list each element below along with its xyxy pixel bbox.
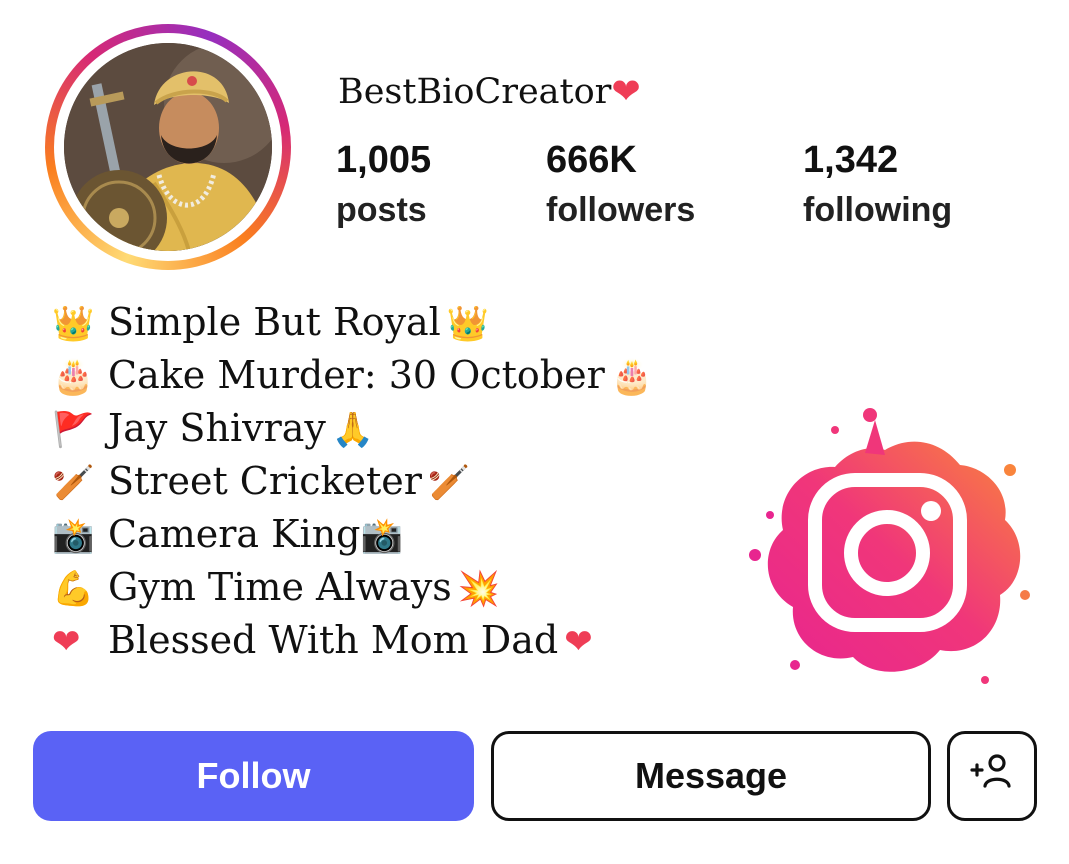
flexed-biceps-icon: 💪 (52, 569, 95, 609)
collision-icon: 💥 (457, 569, 501, 609)
cricket-bat-icon: 🏏 (52, 463, 95, 503)
profile-photo-icon (64, 43, 272, 251)
heart-icon: ❤ (564, 622, 593, 662)
bio-line: 💪 Gym Time Always 💥 (52, 561, 653, 614)
bio-text: Simple But Royal (108, 300, 441, 344)
crown-icon: 👑 (446, 304, 490, 344)
camera-flash-icon: 📸 (360, 516, 403, 556)
camera-flash-icon: 📸 (52, 516, 95, 556)
stat-count: 1,005 (336, 139, 432, 181)
username: BestBioCreator❤ (338, 72, 641, 112)
stat-posts[interactable]: 1,005 posts (336, 138, 431, 230)
cricket-bat-icon: 🏏 (427, 463, 471, 503)
bio: 👑 Simple But Royal 👑 🎂 Cake Murder: 30 Octo… (52, 296, 653, 667)
cake-icon: 🎂 (52, 357, 95, 397)
stat-following[interactable]: 1,342 following (803, 138, 952, 230)
bio-text: Cake Murder: 30 October (108, 353, 605, 397)
bio-text: Blessed With Mom Dad (108, 618, 559, 662)
bio-text: Camera King (108, 512, 361, 556)
bio-line: ❤ Blessed With Mom Dad ❤ (52, 614, 653, 667)
red-flag-icon: 🚩 (52, 410, 95, 450)
message-button[interactable]: Message (491, 731, 931, 821)
bio-line: 🎂 Cake Murder: 30 October 🎂 (52, 349, 653, 402)
stat-label: following (803, 191, 953, 229)
stat-count: 1,342 (803, 139, 899, 181)
stat-label: posts (336, 191, 427, 229)
stat-followers[interactable]: 666K followers (546, 138, 695, 230)
bio-text: Street Cricketer (108, 459, 422, 503)
heart-icon: ❤ (52, 622, 81, 662)
bio-line: 🚩 Jay Shivray 🙏 (52, 402, 653, 455)
crown-icon: 👑 (52, 304, 95, 344)
avatar-ring-gap (54, 33, 282, 261)
add-user-button[interactable] (947, 731, 1037, 821)
bio-line: 👑 Simple But Royal 👑 (52, 296, 653, 349)
avatar[interactable] (45, 24, 291, 270)
stat-count: 666K (546, 139, 637, 181)
follow-button[interactable]: Follow (33, 731, 474, 821)
folded-hands-icon: 🙏 (331, 410, 375, 450)
bio-line: 📸 Camera King📸 (52, 508, 653, 561)
bio-line: 🏏 Street Cricketer 🏏 (52, 455, 653, 508)
add-user-icon (968, 748, 1016, 805)
username-text: BestBioCreator (338, 72, 612, 112)
bio-text: Gym Time Always (108, 565, 452, 609)
heart-icon: ❤ (611, 72, 641, 112)
cake-icon: 🎂 (610, 357, 654, 397)
stat-label: followers (546, 191, 696, 229)
bio-text: Jay Shivray (108, 406, 326, 450)
instagram-logo-icon (735, 395, 1035, 695)
